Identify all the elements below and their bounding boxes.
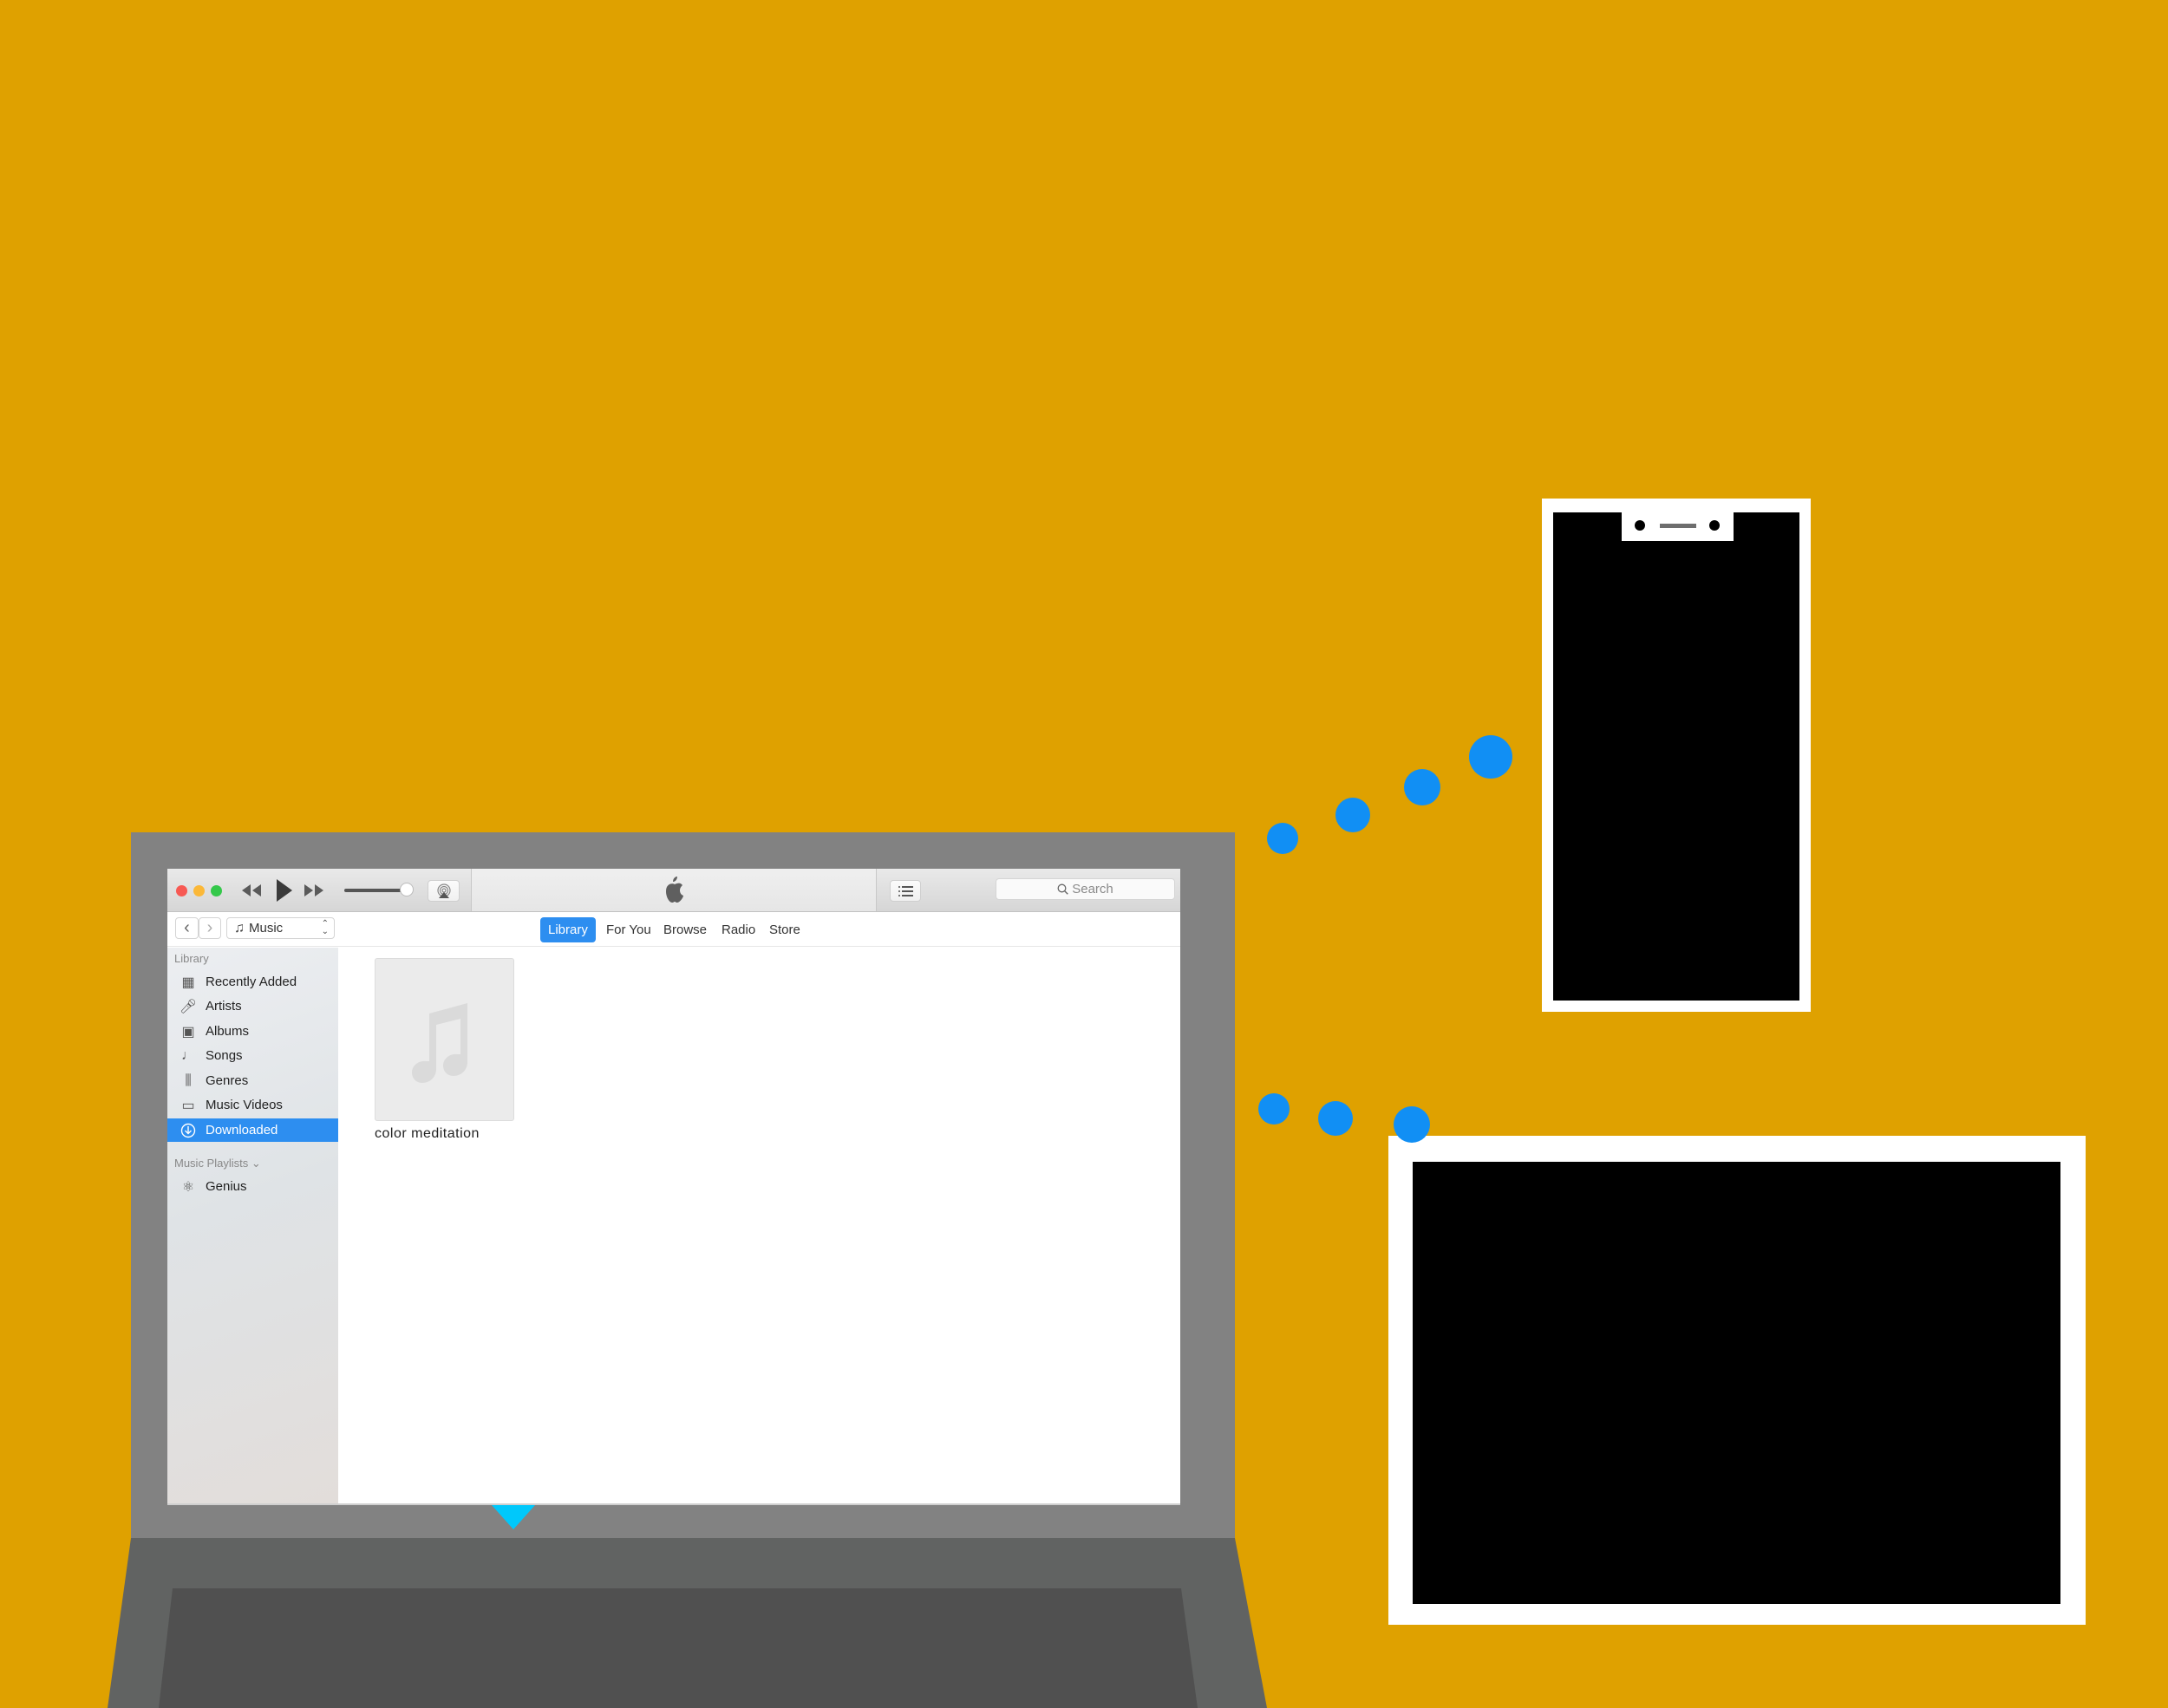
search-icon <box>1057 883 1069 895</box>
status-display <box>471 869 877 911</box>
select-stepper-icon: ⌃ ⌄ <box>321 919 329 936</box>
connector-dot <box>1469 735 1512 779</box>
genres-icon: ⫼ <box>185 1072 192 1088</box>
pointer-triangle <box>492 1505 535 1529</box>
connector-dot <box>1258 1093 1290 1125</box>
maximize-window-button[interactable] <box>211 885 222 896</box>
sidebar-item-label: Recently Added <box>206 975 297 989</box>
tablet-screen <box>1413 1162 2060 1604</box>
chevron-left-icon: ‹ <box>184 918 190 937</box>
minimize-window-button[interactable] <box>193 885 205 896</box>
genius-atom-icon: ⚛ <box>181 1179 195 1195</box>
sidebar-item-label: Genius <box>206 1179 247 1194</box>
volume-slider-knob[interactable] <box>400 883 414 896</box>
connector-dot <box>1394 1106 1430 1143</box>
microphone-icon: 🎤︎ <box>179 999 198 1014</box>
search-placeholder: Search <box>1072 882 1113 896</box>
back-button[interactable]: ‹ <box>175 917 199 939</box>
media-type-select[interactable]: ♫ Music ⌃ ⌄ <box>226 917 335 939</box>
tab-radio[interactable]: Radio <box>714 917 763 942</box>
sidebar-item-albums[interactable]: ▣ Albums <box>167 1020 338 1043</box>
sidebar-item-genres[interactable]: ⫼ Genres <box>167 1069 338 1092</box>
tab-label: Store <box>769 922 800 937</box>
tab-browse[interactable]: Browse <box>656 917 715 942</box>
sidebar-item-artists[interactable]: 🎤︎ Artists <box>167 994 338 1018</box>
list-view-button[interactable] <box>890 880 921 902</box>
music-note-icon: ♩ <box>181 1047 195 1063</box>
phone-speaker <box>1660 524 1696 528</box>
media-type-value: Music <box>249 921 284 935</box>
connector-dot <box>1335 798 1370 832</box>
fast-forward-icon[interactable] <box>303 883 325 898</box>
airplay-button[interactable] <box>428 880 460 902</box>
connector-dot <box>1267 823 1298 854</box>
sidebar-item-label: Artists <box>206 999 242 1014</box>
sidebar-item-songs[interactable]: ♩ Songs <box>167 1044 338 1067</box>
phone-sensor-icon <box>1709 520 1720 531</box>
itunes-window: Search ‹ › ♫ Music ⌃ ⌄ Library For You Br… <box>167 869 1180 1505</box>
tablet-device <box>1388 1136 2086 1625</box>
album-title[interactable]: color meditation <box>375 1126 480 1142</box>
volume-slider[interactable] <box>344 889 405 892</box>
library-heading: Library <box>174 952 209 965</box>
tab-label: For You <box>606 922 651 937</box>
sidebar-item-label: Downloaded <box>206 1123 278 1138</box>
sidebar-item-label: Music Videos <box>206 1098 283 1112</box>
sidebar-item-music-videos[interactable]: ▭ Music Videos <box>167 1093 338 1117</box>
sidebar-item-downloaded[interactable]: Downloaded <box>167 1118 338 1142</box>
connector-dot <box>1404 769 1440 805</box>
music-video-icon: ▭ <box>181 1098 195 1113</box>
rewind-icon[interactable] <box>240 883 263 898</box>
sidebar: Library ▦ Recently Added 🎤︎ Artists ▣ Al… <box>167 948 338 1503</box>
sidebar-item-label: Songs <box>206 1048 243 1063</box>
forward-button[interactable]: › <box>199 917 221 939</box>
sidebar-item-label: Genres <box>206 1073 249 1088</box>
tab-label: Browse <box>663 922 708 937</box>
phone-camera-icon <box>1635 520 1645 531</box>
recently-added-icon: ▦ <box>181 975 195 990</box>
tab-store[interactable]: Store <box>761 917 808 942</box>
play-icon[interactable] <box>275 877 294 903</box>
tab-library[interactable]: Library <box>540 917 596 942</box>
airplay-icon <box>437 883 451 898</box>
tab-label: Library <box>548 922 588 937</box>
list-view-icon <box>898 886 913 896</box>
music-note-icon: ♫ <box>234 920 245 935</box>
music-playlists-heading[interactable]: Music Playlists ⌄ <box>174 1157 261 1170</box>
phone-screen <box>1553 512 1799 1001</box>
tab-label: Radio <box>722 922 756 937</box>
laptop-keyboard-area <box>159 1588 1198 1708</box>
sidebar-item-recently-added[interactable]: ▦ Recently Added <box>167 970 338 994</box>
phone-device <box>1542 499 1811 1012</box>
sidebar-item-genius[interactable]: ⚛ Genius <box>167 1175 338 1198</box>
music-note-placeholder-icon <box>411 1003 467 1083</box>
search-input[interactable]: Search <box>996 878 1175 900</box>
album-artwork[interactable] <box>375 958 514 1121</box>
laptop-base-body <box>108 1538 1267 1708</box>
navigation-bar: ‹ › ♫ Music ⌃ ⌄ Library For You Browse Ra… <box>167 912 1180 947</box>
toolbar: Search <box>167 869 1180 912</box>
close-window-button[interactable] <box>176 885 187 896</box>
chevron-right-icon: › <box>206 918 213 937</box>
connector-dot <box>1318 1101 1353 1136</box>
albums-icon: ▣ <box>181 1024 195 1040</box>
download-icon <box>180 1122 197 1139</box>
apple-logo-icon <box>666 877 683 903</box>
sidebar-item-label: Albums <box>206 1024 250 1039</box>
tab-for-you[interactable]: For You <box>598 917 659 942</box>
